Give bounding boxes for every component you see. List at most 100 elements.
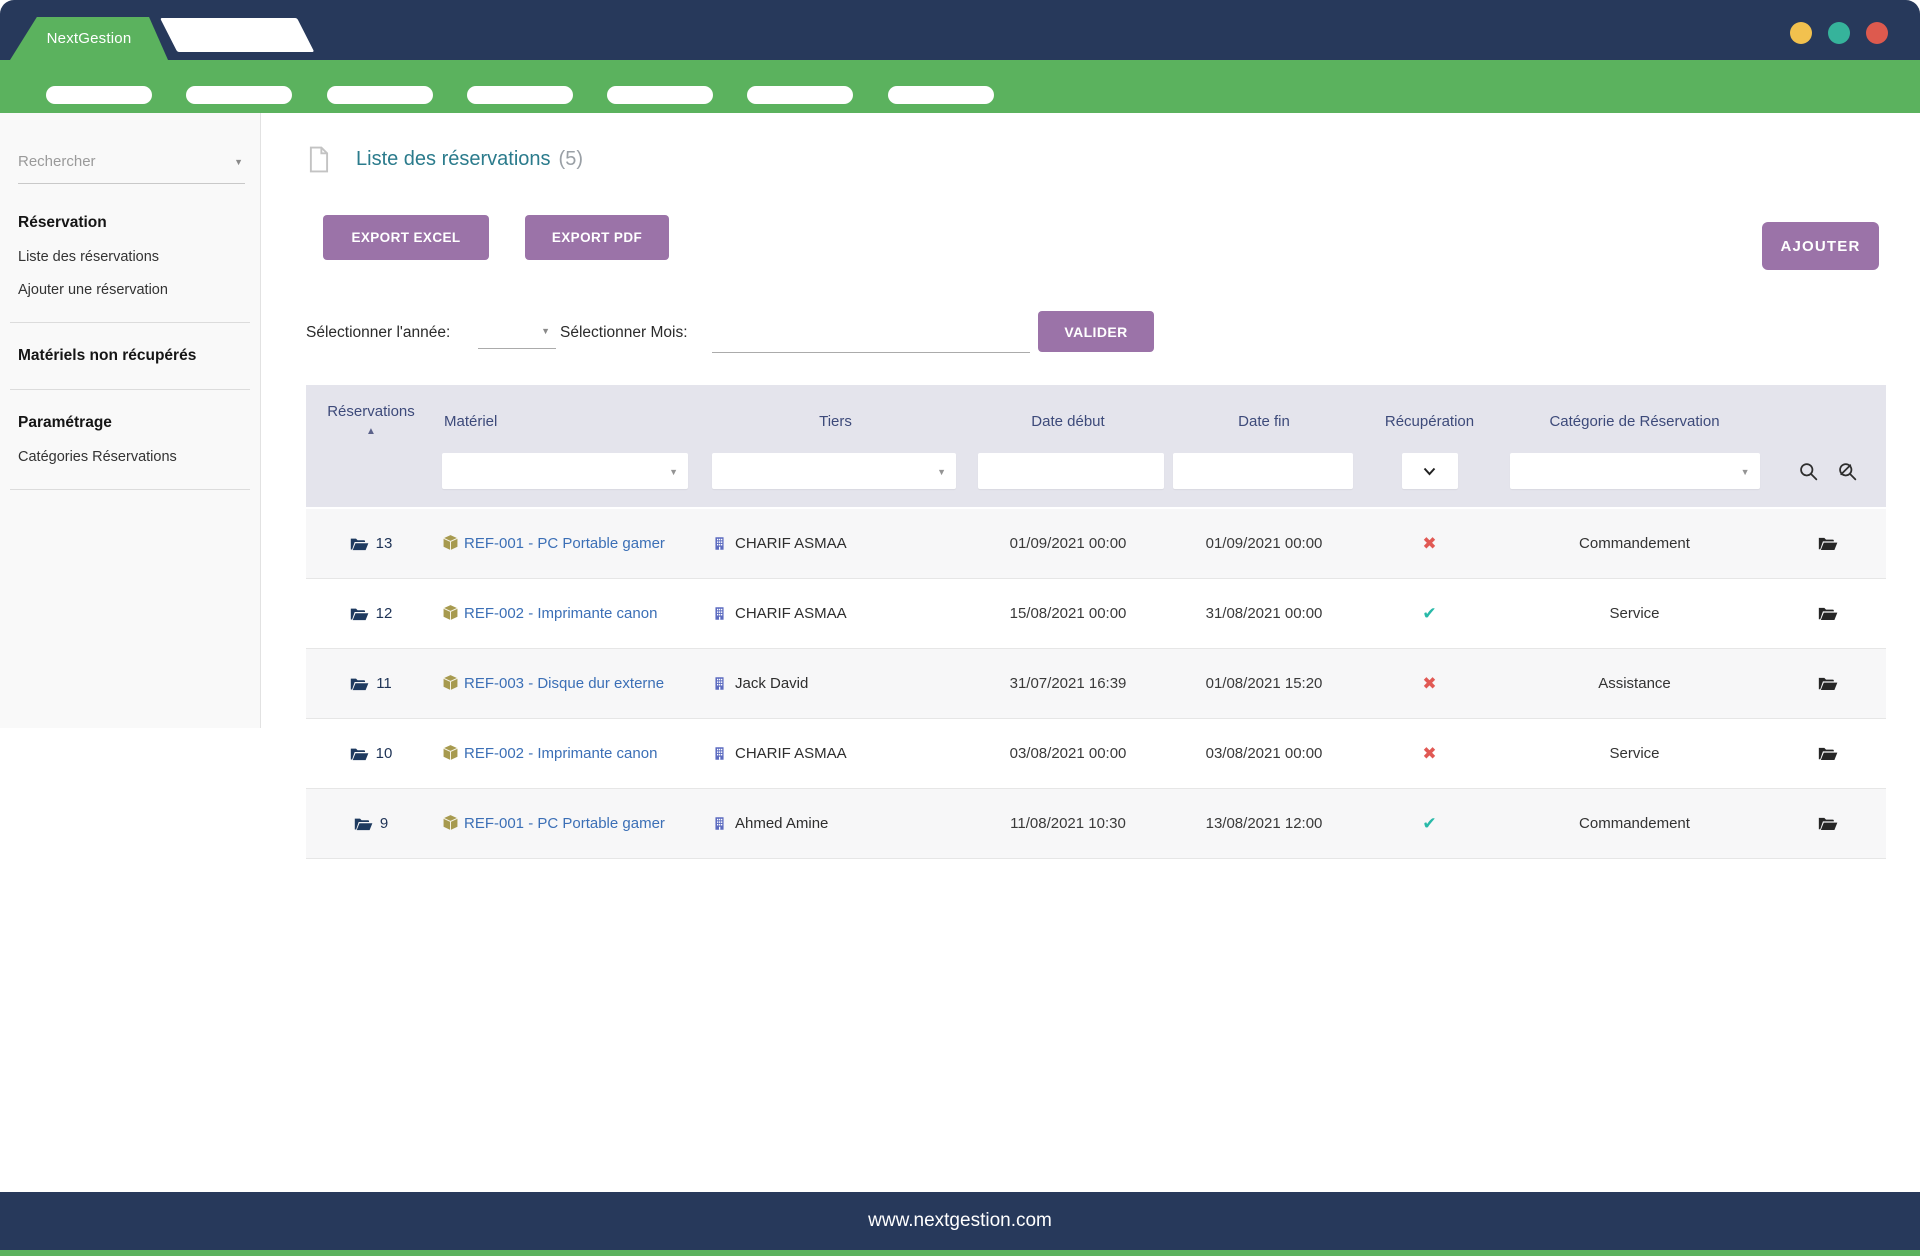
table-row[interactable]: 13 REF-001 - PC Portable gamer CHARIF AS… — [306, 509, 1886, 579]
column-header-date-debut: Date début — [967, 403, 1169, 430]
nav-pill[interactable] — [467, 86, 573, 104]
export-pdf-button[interactable]: EXPORT PDF — [525, 215, 669, 260]
reservation-id-cell: 9 — [306, 815, 436, 832]
materiel-link[interactable]: REF-001 - PC Portable gamer — [464, 535, 665, 552]
tiers-name: CHARIF ASMAA — [735, 605, 847, 622]
window-close-button[interactable] — [1866, 22, 1888, 44]
brand-tab[interactable]: NextGestion — [10, 17, 168, 60]
footer: www.nextgestion.com — [0, 1192, 1920, 1250]
nav-pill[interactable] — [186, 86, 292, 104]
reservation-id: 12 — [376, 605, 393, 622]
footer-url: www.nextgestion.com — [868, 1210, 1052, 1232]
tiers-name: Ahmed Amine — [735, 815, 828, 832]
reservation-id: 10 — [376, 745, 393, 762]
main-nav-bar — [0, 60, 1920, 113]
date-debut-cell: 01/09/2021 00:00 — [967, 535, 1169, 552]
open-folder-icon — [350, 746, 369, 762]
materiel-link[interactable]: REF-002 - Imprimante canon — [464, 605, 657, 622]
secondary-tab[interactable] — [160, 18, 314, 52]
month-filter-label: Sélectionner Mois: — [560, 324, 688, 342]
categorie-cell: Service — [1500, 745, 1769, 762]
clear-search-icon[interactable] — [1837, 461, 1858, 482]
add-reservation-button[interactable]: AJOUTER — [1762, 222, 1879, 270]
sidebar-search-placeholder: Rechercher — [18, 153, 96, 170]
column-header-categorie: Catégorie de Réservation — [1500, 403, 1769, 430]
date-debut-cell: 15/08/2021 00:00 — [967, 605, 1169, 622]
open-row-folder-button[interactable] — [1818, 675, 1838, 692]
table-header: Réservations ▲ Matériel Tiers Date début… — [306, 385, 1886, 509]
materiel-link[interactable]: REF-002 - Imprimante canon — [464, 745, 657, 762]
year-filter-label: Sélectionner l'année: — [306, 324, 450, 342]
date-fin-cell: 01/09/2021 00:00 — [1169, 535, 1359, 552]
divider — [10, 389, 250, 390]
export-excel-button[interactable]: EXPORT EXCEL — [323, 215, 489, 260]
open-folder-icon — [354, 816, 373, 832]
date-debut-cell: 03/08/2021 00:00 — [967, 745, 1169, 762]
package-icon — [442, 744, 459, 761]
table-row[interactable]: 10 REF-002 - Imprimante canon CHARIF ASM… — [306, 719, 1886, 789]
bottom-accent-strip — [0, 1250, 1920, 1256]
page-title: Liste des réservations — [356, 148, 551, 171]
table-row[interactable]: 12 REF-002 - Imprimante canon CHARIF ASM… — [306, 579, 1886, 649]
categorie-cell: Commandement — [1500, 815, 1769, 832]
actions-cell — [1769, 535, 1886, 552]
table-row[interactable]: 9 REF-001 - PC Portable gamer Ahmed Amin… — [306, 789, 1886, 859]
categorie-filter-select[interactable]: ▼ — [1510, 453, 1760, 489]
table-row[interactable]: 11 REF-003 - Disque dur externe Jack Dav… — [306, 649, 1886, 719]
building-icon — [712, 535, 727, 552]
date-fin-filter-input[interactable] — [1173, 453, 1353, 489]
tiers-name: Jack David — [735, 675, 808, 692]
sidebar-search-input[interactable]: Rechercher ▼ — [18, 153, 245, 184]
date-fin-cell: 03/08/2021 00:00 — [1169, 745, 1359, 762]
date-debut-cell: 31/07/2021 16:39 — [967, 675, 1169, 692]
categorie-cell: Assistance — [1500, 675, 1769, 692]
date-fin-cell: 01/08/2021 15:20 — [1169, 675, 1359, 692]
reservation-id: 11 — [376, 675, 392, 692]
actions-cell — [1769, 815, 1886, 832]
search-icon[interactable] — [1798, 461, 1819, 482]
date-fin-cell: 13/08/2021 12:00 — [1169, 815, 1359, 832]
tiers-cell: Jack David — [704, 675, 967, 692]
open-row-folder-button[interactable] — [1818, 815, 1838, 832]
year-select[interactable]: ▼ — [478, 318, 556, 349]
materiel-cell: REF-002 - Imprimante canon — [436, 597, 704, 630]
categorie-cell: Commandement — [1500, 535, 1769, 552]
nav-pill[interactable] — [888, 86, 994, 104]
open-row-folder-button[interactable] — [1818, 605, 1838, 622]
actions-cell — [1769, 605, 1886, 622]
sidebar-heading-materiels-non-recuperes[interactable]: Matériels non récupérés — [18, 347, 244, 365]
open-row-folder-button[interactable] — [1818, 535, 1838, 552]
nav-pill[interactable] — [327, 86, 433, 104]
materiel-link[interactable]: REF-001 - PC Portable gamer — [464, 815, 665, 832]
tiers-filter-select[interactable]: ▼ — [712, 453, 956, 489]
validate-button[interactable]: VALIDER — [1038, 311, 1154, 352]
sidebar-item-categories-reservations[interactable]: Catégories Réservations — [18, 449, 244, 465]
nav-pill[interactable] — [46, 86, 152, 104]
month-input[interactable] — [712, 318, 1030, 353]
date-fin-cell: 31/08/2021 00:00 — [1169, 605, 1359, 622]
reservation-id: 9 — [380, 815, 388, 832]
materiel-link[interactable]: REF-003 - Disque dur externe — [464, 675, 664, 692]
window-minimize-button[interactable] — [1790, 22, 1812, 44]
reservation-id-cell: 11 — [306, 675, 436, 692]
reservation-id-cell: 10 — [306, 745, 436, 762]
nav-pill[interactable] — [607, 86, 713, 104]
sidebar-item-liste-reservations[interactable]: Liste des réservations — [18, 249, 244, 265]
recovered-icon: ✔ — [1359, 814, 1500, 834]
package-icon — [442, 674, 459, 691]
date-debut-filter-input[interactable] — [978, 453, 1164, 489]
sidebar-item-ajouter-reservation[interactable]: Ajouter une réservation — [18, 282, 244, 298]
open-row-folder-button[interactable] — [1818, 745, 1838, 762]
materiel-cell: REF-001 - PC Portable gamer — [436, 527, 704, 560]
window-maximize-button[interactable] — [1828, 22, 1850, 44]
table-search-actions — [1769, 453, 1886, 489]
divider — [10, 489, 250, 490]
actions-cell — [1769, 745, 1886, 762]
column-header-materiel: Matériel — [436, 403, 704, 430]
chevron-down-icon: ▼ — [541, 326, 550, 336]
sort-asc-icon[interactable]: ▲ — [366, 426, 376, 437]
nav-pill[interactable] — [747, 86, 853, 104]
recuperation-filter-select[interactable] — [1402, 453, 1458, 489]
materiel-filter-select[interactable]: ▼ — [442, 453, 688, 489]
sidebar: Rechercher ▼ Réservation Liste des réser… — [0, 113, 261, 728]
